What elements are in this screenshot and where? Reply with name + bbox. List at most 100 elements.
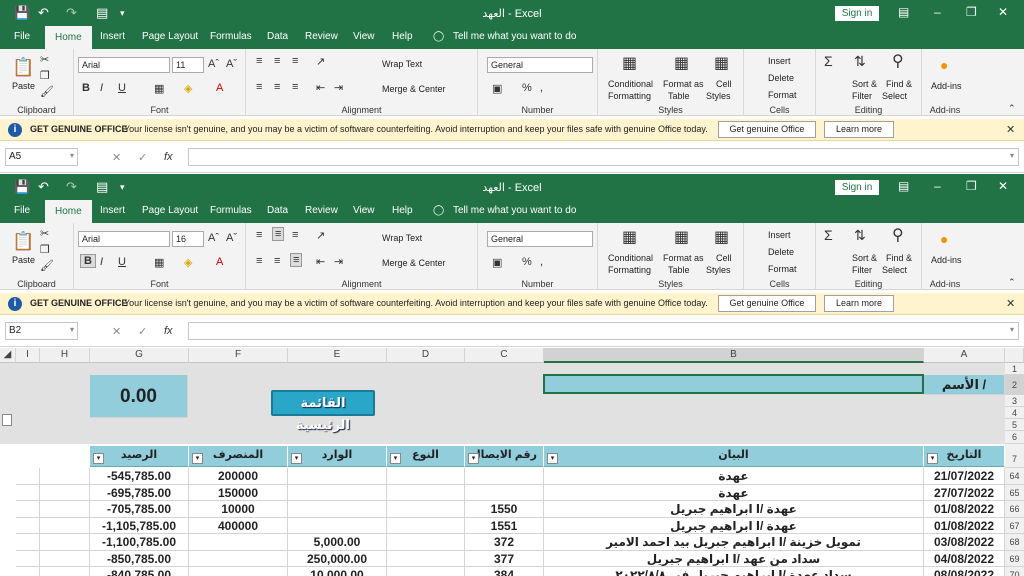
cut-icon[interactable]: ✂	[40, 227, 49, 240]
balance-cell[interactable]: -1,100,785.00	[90, 534, 189, 551]
conditional-formatting-button[interactable]: Conditional	[608, 79, 653, 89]
date-cell[interactable]: 21/07/2022	[924, 468, 1005, 485]
align-right-icon[interactable]: ≡	[292, 81, 298, 93]
top-align-icon[interactable]: ≡	[256, 55, 262, 67]
align-left-icon[interactable]: ≡	[256, 81, 262, 93]
row-header-4[interactable]: 4	[1005, 407, 1024, 419]
font-color-icon[interactable]: A	[216, 256, 223, 268]
expense-cell[interactable]: 200000	[189, 468, 288, 485]
row-header-7[interactable]: 7	[1005, 444, 1024, 468]
close-icon[interactable]: ✕	[998, 179, 1008, 193]
delete-cells-button[interactable]: Delete	[768, 247, 794, 257]
column-header-f[interactable]: F	[189, 348, 288, 363]
outdent-icon[interactable]: ⇥	[334, 255, 343, 268]
filter-dropdown-icon[interactable]: ▾	[468, 453, 479, 464]
row-header-70[interactable]: 70	[1005, 567, 1024, 576]
date-cell[interactable]: 27/07/2022	[924, 484, 1005, 501]
copy-icon[interactable]: ❐	[40, 69, 50, 82]
enter-icon[interactable]: ✓	[138, 325, 147, 338]
header-receipt[interactable]: رقم الايصال ▾	[465, 446, 544, 467]
tab-insert[interactable]: Insert	[100, 205, 125, 216]
insert-function-icon[interactable]: fx	[164, 325, 173, 337]
description-cell[interactable]: تمويل خزينة /ا ابراهيم جبريل بيد احمد ال…	[544, 534, 924, 551]
row-header-5[interactable]: 5	[1005, 419, 1024, 431]
balance-cell[interactable]: -705,785.00	[90, 501, 189, 518]
font-size-box[interactable]: 11	[172, 57, 204, 73]
tab-formulas[interactable]: Formulas	[210, 31, 252, 42]
header-description[interactable]: البيان ▾	[544, 446, 924, 467]
name-box-dropdown-icon[interactable]: ▾	[70, 151, 74, 160]
wrap-text-button[interactable]: Wrap Text	[382, 59, 422, 69]
format-cells-button[interactable]: Format	[768, 90, 797, 100]
bottom-align-icon[interactable]: ≡	[292, 229, 298, 241]
sign-in-button[interactable]: Sign in	[835, 6, 879, 21]
receipt-cell[interactable]: 1551	[465, 517, 544, 534]
orientation-icon[interactable]: ↗	[316, 55, 325, 68]
format-cells-button[interactable]: Format	[768, 264, 797, 274]
description-cell[interactable]: عهدة /ا ابراهيم جبريل	[544, 517, 924, 534]
description-cell[interactable]: سداد عهدة /ا ابراهيم جبريل في ٢٠٢٢/٨/٨	[544, 567, 924, 576]
name-box-dropdown-icon[interactable]: ▾	[70, 325, 74, 334]
type-cell[interactable]	[387, 517, 465, 534]
income-cell[interactable]	[288, 517, 387, 534]
addins-button[interactable]: Add-ins	[931, 255, 962, 265]
shrink-font-icon[interactable]: Aˇ	[226, 58, 237, 70]
header-income[interactable]: الوارد ▾	[288, 446, 387, 467]
paste-icon[interactable]: 📋	[12, 231, 34, 252]
addins-icon[interactable]: ●	[940, 231, 948, 247]
orientation-icon[interactable]: ↗	[316, 229, 325, 242]
ribbon-display-icon[interactable]: ▤	[898, 179, 909, 193]
description-cell[interactable]: سداد من عهد /ا ابراهيم جبريل	[544, 550, 924, 567]
tab-view[interactable]: View	[353, 31, 375, 42]
income-cell[interactable]: 5,000.00	[288, 534, 387, 551]
sort-filter-icon[interactable]: ⇅	[854, 227, 866, 244]
addins-icon[interactable]: ●	[940, 57, 948, 73]
tell-me-box[interactable]: Tell me what you want to do	[453, 205, 576, 216]
font-color-icon[interactable]: A	[216, 82, 223, 94]
borders-icon[interactable]: ▦	[154, 82, 164, 95]
income-cell[interactable]	[288, 501, 387, 518]
sort-filter-button[interactable]: Sort &	[852, 79, 877, 89]
comma-icon[interactable]: ,	[540, 256, 543, 268]
income-cell[interactable]	[288, 468, 387, 485]
row-header-69[interactable]: 69	[1005, 550, 1024, 567]
autosum-icon[interactable]: Σ	[824, 53, 833, 69]
number-format-box[interactable]: General	[487, 231, 593, 247]
cell-styles-button[interactable]: Cell	[716, 79, 732, 89]
tab-data[interactable]: Data	[267, 205, 288, 216]
italic-button[interactable]: I	[100, 256, 103, 268]
filter-dropdown-icon[interactable]: ▾	[192, 453, 203, 464]
row-header-68[interactable]: 68	[1005, 534, 1024, 551]
indent-icon[interactable]: ⇤	[316, 81, 325, 94]
name-label-cell[interactable]: الأسم /	[924, 375, 1005, 395]
cancel-icon[interactable]: ✕	[112, 151, 121, 164]
receipt-cell[interactable]: 372	[465, 534, 544, 551]
type-cell[interactable]	[387, 550, 465, 567]
expense-cell[interactable]: 10000	[189, 501, 288, 518]
font-size-box[interactable]: 16	[172, 231, 204, 247]
filter-dropdown-icon[interactable]: ▾	[93, 453, 104, 464]
type-cell[interactable]	[387, 534, 465, 551]
tab-file[interactable]: File	[14, 205, 30, 216]
tab-home[interactable]: Home	[45, 200, 92, 223]
paste-label[interactable]: Paste	[12, 255, 35, 265]
date-cell[interactable]: 03/08/2022	[924, 534, 1005, 551]
format-as-table-button[interactable]: Format as	[663, 79, 704, 89]
tab-help[interactable]: Help	[392, 31, 413, 42]
font-name-box[interactable]: Arial	[78, 57, 170, 73]
message-close-icon[interactable]: ✕	[1006, 297, 1015, 310]
close-icon[interactable]: ✕	[998, 5, 1008, 19]
date-cell[interactable]: 01/08/2022	[924, 501, 1005, 518]
column-header-h[interactable]: H	[40, 348, 90, 363]
empty-cell[interactable]	[16, 484, 40, 501]
middle-align-icon[interactable]: ≡	[274, 55, 280, 67]
date-cell[interactable]: 04/08/2022	[924, 550, 1005, 567]
tab-data[interactable]: Data	[267, 31, 288, 42]
collapse-ribbon-icon[interactable]: ⌃	[1008, 103, 1016, 114]
format-painter-icon[interactable]: 🖌	[40, 85, 54, 98]
date-cell[interactable]: 01/08/2022	[924, 517, 1005, 534]
income-cell[interactable]: 10,000.00	[288, 567, 387, 576]
expense-cell[interactable]: 400000	[189, 517, 288, 534]
empty-cell[interactable]	[40, 501, 90, 518]
tab-view[interactable]: View	[353, 205, 375, 216]
